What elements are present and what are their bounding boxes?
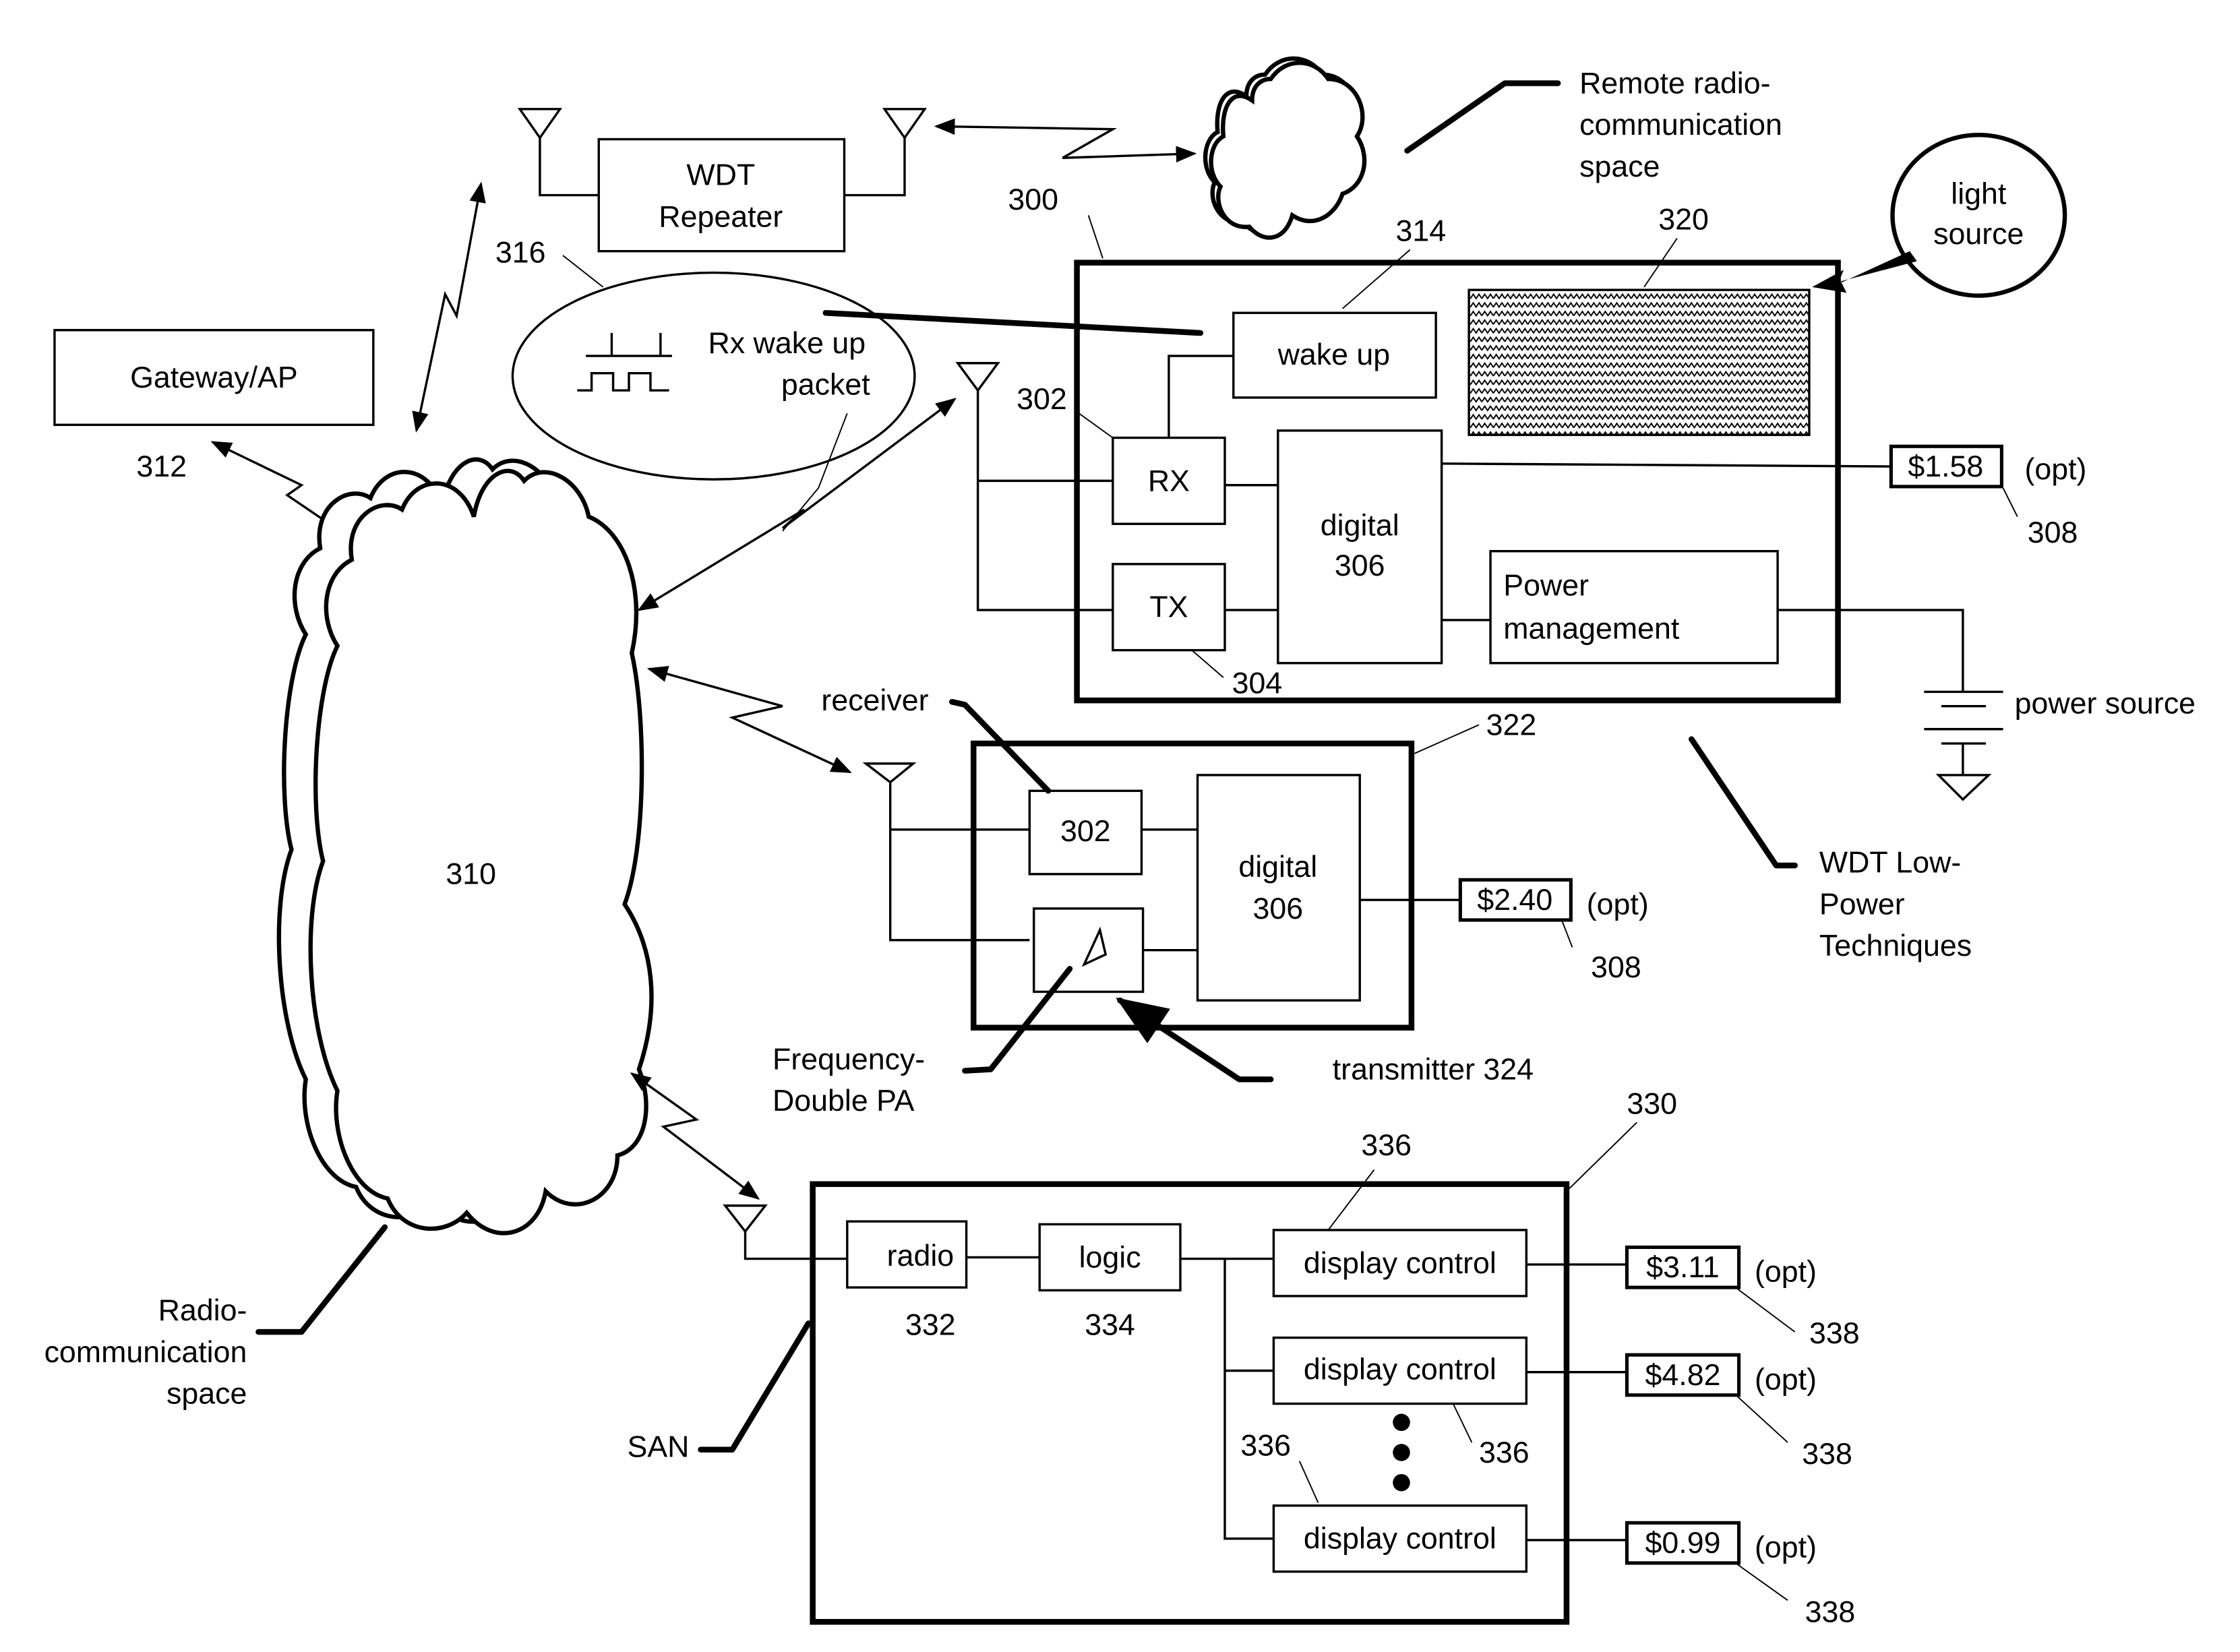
- device-300: 300 wake up 314 320 RX 302 TX 304 digita…: [955, 183, 2196, 962]
- svg-text:source: source: [1933, 218, 2024, 251]
- display-control-row: display control 336 $4.82 (opt) 338: [1272, 1336, 1852, 1471]
- svg-text:332: 332: [905, 1308, 956, 1341]
- svg-text:336: 336: [1479, 1436, 1530, 1469]
- svg-text:RX: RX: [1148, 464, 1190, 497]
- wdt-repeater: WDT Repeater: [517, 108, 928, 253]
- svg-text:338: 338: [1802, 1438, 1852, 1471]
- svg-text:digital: digital: [1321, 509, 1399, 542]
- svg-text:TX: TX: [1149, 591, 1188, 624]
- wireless-link: [412, 181, 486, 433]
- price-tag: $2.40: [1477, 884, 1552, 917]
- svg-text:space: space: [167, 1378, 247, 1411]
- svg-text:power source: power source: [2015, 687, 2196, 720]
- svg-text:314: 314: [1395, 215, 1446, 248]
- svg-text:310: 310: [446, 858, 496, 891]
- svg-text:light: light: [1951, 177, 2007, 210]
- antenna-icon: [517, 108, 563, 140]
- svg-text:display control: display control: [1304, 1523, 1496, 1556]
- svg-text:Power: Power: [1503, 570, 1589, 603]
- svg-text:Rx wake up: Rx wake up: [708, 327, 866, 360]
- device-322: 322 302 digital 306 $2.40 (opt) 308 rece…: [773, 684, 1649, 1118]
- radio-cloud-310: 310: [276, 457, 654, 1235]
- svg-text:Remote radio-: Remote radio-: [1579, 67, 1770, 100]
- svg-text:308: 308: [2028, 516, 2078, 549]
- svg-text:WDT Low-: WDT Low-: [1819, 847, 1961, 880]
- remote-space-leader: [1404, 80, 1561, 154]
- svg-text:(opt): (opt): [1587, 888, 1649, 921]
- packet-ref: 316: [495, 237, 546, 270]
- svg-text:300: 300: [1008, 183, 1058, 216]
- svg-text:320: 320: [1658, 204, 1709, 237]
- antenna-icon: [723, 1204, 768, 1233]
- svg-text:308: 308: [1591, 951, 1641, 984]
- svg-text:transmitter 324: transmitter 324: [1333, 1053, 1534, 1086]
- svg-text:330: 330: [1627, 1087, 1677, 1120]
- svg-text:306: 306: [1335, 549, 1385, 582]
- svg-text:Frequency-: Frequency-: [773, 1043, 925, 1076]
- svg-text:radio: radio: [887, 1240, 954, 1273]
- price-tag: $0.99: [1645, 1527, 1721, 1560]
- ellipsis-dot: [1393, 1444, 1410, 1461]
- display-control-row: display control 336 $0.99 (opt) 338: [1240, 1429, 1855, 1628]
- wake-up-packet: Rx wake up packet: [511, 271, 916, 481]
- svg-text:306: 306: [1252, 892, 1303, 925]
- radio-space-label: Radio- communication space: [44, 1294, 247, 1411]
- svg-text:display control: display control: [1304, 1353, 1496, 1386]
- ellipsis-dot: [1393, 1473, 1410, 1492]
- display-panel-320: [1467, 288, 1811, 436]
- svg-text:334: 334: [1085, 1308, 1135, 1341]
- antenna-icon: [955, 362, 1000, 393]
- wireless-link: [630, 1072, 760, 1200]
- svg-text:(opt): (opt): [1755, 1363, 1817, 1396]
- svg-text:WDT: WDT: [686, 159, 755, 192]
- svg-text:display control: display control: [1304, 1247, 1496, 1280]
- svg-text:space: space: [1579, 150, 1660, 183]
- price-tag: $3.11: [1646, 1251, 1720, 1284]
- radio-space-leader: [255, 1224, 388, 1335]
- svg-text:304: 304: [1232, 667, 1283, 700]
- svg-text:SAN: SAN: [627, 1430, 689, 1463]
- battery-icon: [1924, 690, 2003, 745]
- gateway-ap: Gateway/AP: [53, 329, 375, 427]
- wdt-system-diagram: Remote radio- communication space light …: [44, 56, 2196, 1628]
- svg-text:packet: packet: [781, 369, 870, 402]
- light-beam-arrow: [1812, 251, 1917, 293]
- svg-text:(opt): (opt): [2024, 453, 2086, 486]
- svg-text:Radio-: Radio-: [158, 1294, 247, 1327]
- svg-text:338: 338: [1809, 1317, 1860, 1350]
- price-tag: $4.82: [1645, 1359, 1721, 1392]
- device-330: 330 radio 332 logic 334 SAN display cont…: [627, 1087, 1859, 1628]
- remote-cloud: [1203, 56, 1367, 240]
- svg-text:(opt): (opt): [1755, 1256, 1817, 1289]
- svg-text:receiver: receiver: [821, 684, 928, 717]
- wireless-link: [934, 118, 1197, 163]
- price-tag: $1.58: [1908, 450, 1983, 483]
- svg-text:Repeater: Repeater: [659, 200, 783, 233]
- antenna-icon: [862, 762, 917, 784]
- svg-text:Techniques: Techniques: [1819, 929, 1972, 962]
- svg-text:communication: communication: [44, 1336, 247, 1369]
- svg-text:logic: logic: [1079, 1241, 1141, 1274]
- svg-text:302: 302: [1017, 383, 1067, 416]
- light-source: [1890, 132, 2067, 298]
- svg-text:336: 336: [1240, 1429, 1291, 1462]
- remote-space-label: Remote radio- communication space: [1579, 67, 1782, 183]
- svg-text:communication: communication: [1579, 109, 1782, 142]
- svg-text:338: 338: [1805, 1595, 1856, 1628]
- ellipsis-dot: [1393, 1413, 1410, 1432]
- gateway-ref: 312: [136, 450, 187, 483]
- ground-icon: [1935, 774, 1992, 801]
- svg-text:digital: digital: [1238, 851, 1317, 884]
- svg-text:336: 336: [1361, 1129, 1412, 1162]
- svg-text:Double PA: Double PA: [773, 1084, 915, 1118]
- svg-text:(opt): (opt): [1755, 1531, 1817, 1564]
- svg-text:management: management: [1503, 613, 1680, 646]
- svg-text:wake up: wake up: [1277, 338, 1391, 371]
- antenna-icon: [882, 108, 928, 140]
- svg-text:322: 322: [1486, 708, 1537, 741]
- svg-text:Power: Power: [1819, 888, 1905, 921]
- wireless-link: [646, 665, 852, 774]
- svg-text:Gateway/AP: Gateway/AP: [130, 361, 298, 394]
- svg-text:302: 302: [1060, 815, 1111, 848]
